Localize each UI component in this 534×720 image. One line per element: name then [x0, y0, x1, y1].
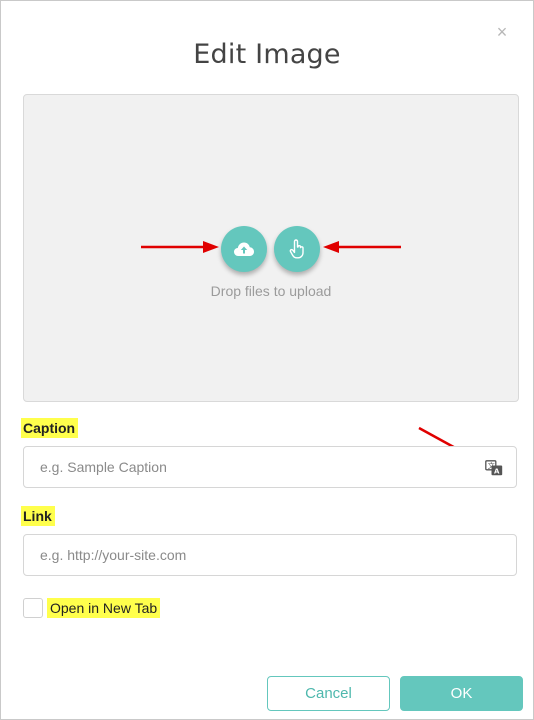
dialog-title: Edit Image	[193, 39, 341, 70]
link-label: Link	[21, 506, 55, 526]
open-new-tab-label[interactable]: Open in New Tab	[47, 598, 161, 618]
ok-button[interactable]: OK	[400, 676, 523, 711]
caption-label: Caption	[21, 418, 79, 438]
dropzone-text: Drop files to upload	[210, 283, 332, 299]
upload-button[interactable]	[221, 226, 267, 272]
cancel-button[interactable]: Cancel	[267, 676, 390, 711]
annotation-arrow-select	[323, 241, 401, 253]
cloud-upload-icon	[234, 242, 254, 256]
caption-input[interactable]	[23, 446, 517, 488]
select-file-button[interactable]	[274, 226, 320, 272]
svg-text:A: A	[494, 468, 500, 476]
edit-image-dialog: × Edit Image Drop files to upload Captio…	[0, 0, 534, 720]
translate-icon[interactable]: 文 A	[485, 460, 503, 476]
annotation-arrow-upload	[141, 241, 219, 253]
hand-pointer-icon	[289, 239, 304, 259]
link-input[interactable]	[23, 534, 517, 576]
open-new-tab-checkbox[interactable]	[23, 598, 43, 618]
image-dropzone[interactable]: Drop files to upload	[23, 94, 519, 402]
